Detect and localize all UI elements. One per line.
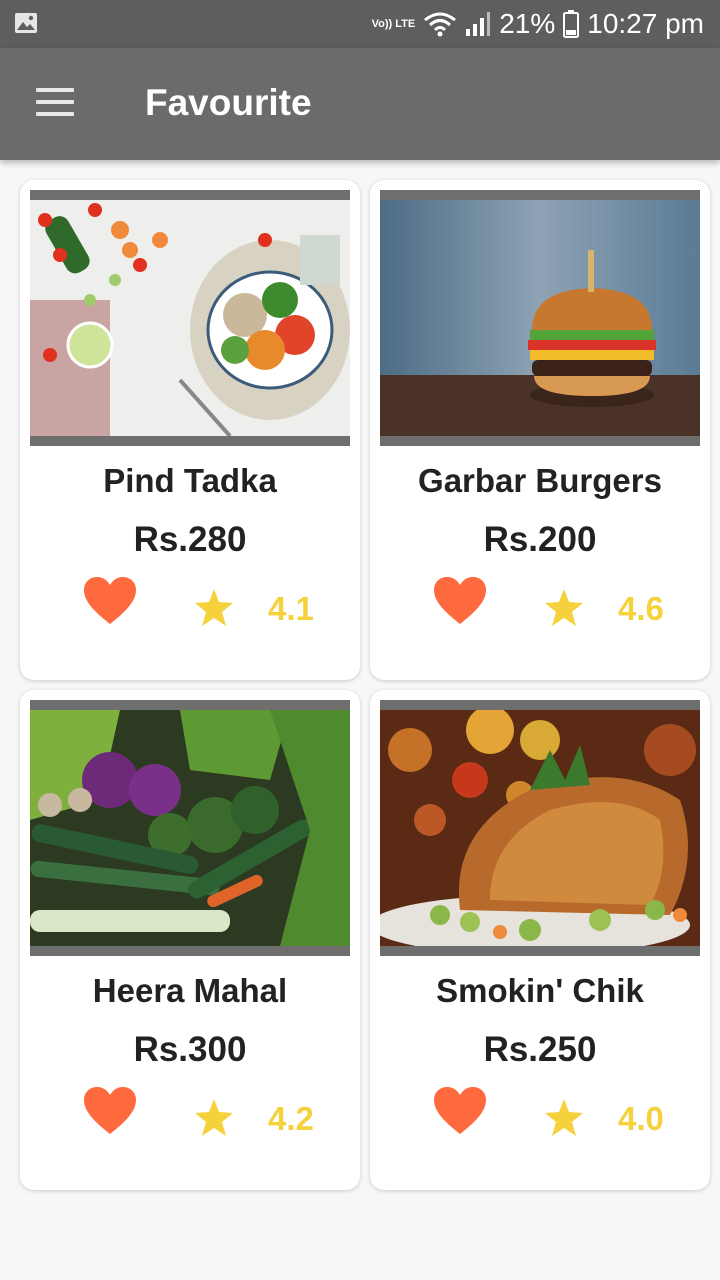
heart-icon[interactable]	[432, 576, 488, 626]
restaurant-name: Pind Tadka	[103, 462, 277, 499]
volte-icon: Vo)) LTE	[371, 17, 416, 30]
restaurant-name: Heera Mahal	[92, 972, 288, 1009]
rating-value: 4.1	[268, 590, 314, 627]
hamburger-menu-icon[interactable]	[30, 84, 82, 124]
rating-value: 4.0	[618, 1100, 664, 1137]
vegetables-photo	[30, 700, 350, 956]
restaurant-price: Rs.300	[133, 1030, 247, 1069]
restaurant-card[interactable]: Garbar Burgers Rs.200 4.6	[370, 180, 710, 680]
battery-percent: 21%	[499, 8, 556, 39]
gallery-notification-icon	[15, 13, 37, 33]
restaurant-card[interactable]: Smokin' Chik Rs.250 4.0	[370, 690, 710, 1190]
heart-icon[interactable]	[432, 1086, 488, 1136]
star-icon	[545, 589, 583, 626]
restaurant-name: Smokin' Chik	[436, 972, 644, 1009]
clock: 10:27 pm	[587, 8, 704, 39]
battery-icon	[563, 10, 580, 38]
salad-bowl-photo	[30, 190, 350, 446]
star-icon	[195, 589, 233, 626]
restaurant-price: Rs.250	[483, 1030, 597, 1069]
restaurant-price: Rs.200	[483, 520, 597, 559]
heart-icon[interactable]	[82, 576, 138, 626]
restaurant-card[interactable]: Heera Mahal Rs.300 4.2	[20, 690, 360, 1190]
signal-icon	[466, 12, 491, 36]
rating-value: 4.2	[268, 1100, 314, 1137]
status-bar: Vo)) LTE 21% 10:27 pm	[0, 0, 720, 48]
star-icon	[545, 1099, 583, 1136]
page-title: Favourite	[145, 82, 312, 123]
restaurant-price: Rs.280	[133, 520, 247, 559]
rating-value: 4.6	[618, 590, 664, 627]
restaurant-name: Garbar Burgers	[418, 462, 662, 499]
star-icon	[195, 1099, 233, 1136]
heart-icon[interactable]	[82, 1086, 138, 1136]
wifi-icon	[424, 12, 457, 37]
restaurant-card[interactable]: Pind Tadka Rs.280 4.1	[20, 180, 360, 680]
app-bar: Favourite	[0, 48, 720, 160]
burger-photo	[380, 190, 700, 446]
roast-chicken-photo	[380, 700, 700, 956]
